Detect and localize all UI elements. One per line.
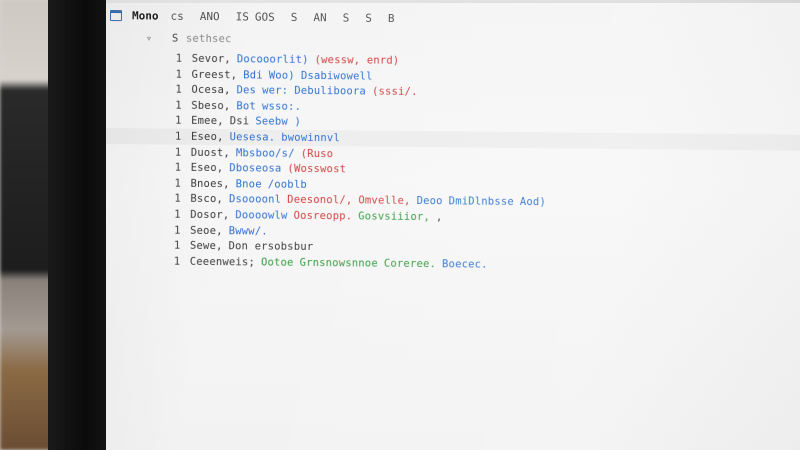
toolbar-item[interactable]: B — [388, 11, 395, 24]
code-token: Bdi — [243, 68, 263, 82]
code-token: Bsco, — [190, 193, 224, 206]
line-gutter: 1 — [174, 161, 182, 174]
line-gutter: 1 — [174, 193, 181, 206]
code-token: Greest, — [191, 68, 238, 81]
code-token: Don ersobsbur — [228, 240, 314, 254]
line-gutter: 1 — [174, 208, 181, 221]
line-gutter: 1 — [175, 68, 183, 81]
code-text: Eseo, Uesesa. bwowinnvl — [191, 131, 340, 144]
code-token: Ootoe — [260, 256, 294, 269]
document-icon[interactable] — [109, 9, 123, 21]
code-token: Deoo — [416, 195, 443, 208]
line-gutter: 1 — [174, 146, 182, 159]
code-text: Dosor, Doooowlw Oosreopp. Gosvsiiior,, — [190, 209, 442, 223]
fold-chevron-icon[interactable]: ▿ — [146, 33, 152, 44]
code-token: Eseo, — [190, 130, 224, 144]
code-text: Bsco, Dsoooonl Deesonol/, Omvelle, Deoo DmiDl… — [190, 193, 546, 208]
code-token: Sevor, — [191, 52, 231, 66]
code-token: Boecec. — [441, 258, 488, 271]
code-token: Oosreopp. — [293, 209, 353, 223]
code-token: (wessw, enrd) — [314, 54, 400, 67]
code-token: bwowinnvl — [281, 131, 340, 145]
code-token: Uesesa. — [229, 131, 276, 144]
code-token: Mbsboo/s/ — [235, 146, 295, 160]
line-gutter: 1 — [173, 239, 181, 252]
code-text: Emee, Dsi Seebw ) — [191, 115, 301, 128]
code-text: Duost, Mbsboo/s/ (Ruso — [191, 146, 334, 159]
code-token: wsso:. — [261, 100, 302, 113]
editor-header-line: ▿ S sethsec — [106, 30, 800, 53]
code-text: Bnoes, Bnoe/ooblb — [190, 178, 306, 191]
code-token: Grnsnowsnnoe — [299, 256, 378, 270]
code-text: Ocesa, Des wer: Debuliboora (sssi/. — [191, 84, 417, 98]
code-token: Aod) — [519, 196, 547, 209]
editor-toolbar: Mono cs ANO IS GOS S AN S S B — [106, 4, 800, 33]
code-token: /ooblb — [267, 178, 307, 191]
code-text: Eseo, Dboseosa (Wosswost — [191, 162, 347, 175]
monitor-bezel — [48, 0, 110, 450]
code-token: Deesonol/, — [287, 194, 353, 207]
section-label: sethsec — [185, 32, 232, 46]
code-token: Dsabiwowell — [300, 69, 373, 83]
toolbar-item[interactable]: ANO — [200, 9, 220, 22]
code-token: Woo) — [268, 69, 295, 82]
code-token: (sssi/. — [371, 85, 418, 99]
code-token: , — [435, 211, 443, 224]
toolbar-item[interactable]: S — [343, 11, 350, 24]
code-token: Dsoooonl — [228, 193, 282, 207]
line-gutter: 1 — [174, 224, 181, 237]
line-gutter: 1 — [174, 177, 182, 190]
line-gutter: 1 — [175, 115, 182, 128]
code-token: DmiDlnbsse — [448, 195, 514, 209]
code-text: Seoe, Bwww/. — [190, 224, 268, 237]
code-token: Seebw ) — [255, 115, 302, 129]
code-text: Sewe, Don ersobsbur — [190, 240, 314, 253]
code-token: Sewe, — [189, 240, 223, 253]
screen-top-edge — [106, 0, 800, 3]
code-token: Bot — [236, 100, 257, 113]
toolbar-item[interactable]: GOS — [255, 10, 275, 23]
line-gutter: 1 — [175, 83, 183, 96]
toolbar-item[interactable]: S — [365, 11, 372, 24]
code-token: Coreree. — [383, 257, 437, 270]
monitor-screen: Mono cs ANO IS GOS S AN S S B ▿ S sethse… — [106, 0, 800, 450]
code-token: Emee, — [191, 115, 224, 128]
code-text: Greest, Bdi Woo) Dsabiwowell — [192, 68, 373, 82]
line-gutter: 1 — [175, 99, 182, 112]
code-token: Dboseosa — [229, 162, 282, 175]
code-token: Docooorlit) — [236, 53, 309, 66]
code-token: Dsi — [229, 115, 250, 128]
code-token: Dosor, — [190, 208, 230, 222]
code-token: Omvelle, — [358, 194, 411, 208]
code-token: wer: — [262, 84, 289, 97]
line-gutter: 1 — [175, 52, 183, 65]
code-token: Des — [236, 84, 257, 97]
app-title: Mono — [131, 8, 159, 23]
code-token: Gosvsiiior, — [358, 210, 431, 224]
code-token: (Ruso — [300, 147, 334, 160]
toolbar-item[interactable]: IS — [236, 10, 249, 23]
code-text: Sbeso, Bot wsso:. — [191, 100, 301, 113]
code-token: Bnoes, — [190, 177, 230, 190]
line-gutter: S — [171, 32, 179, 45]
toolbar-item[interactable]: AN — [313, 11, 326, 24]
code-token: Bwww/. — [228, 224, 268, 238]
code-token: Eseo, — [190, 162, 224, 175]
code-token: Seoe, — [190, 224, 223, 237]
line-gutter: 1 — [173, 255, 181, 268]
code-token: Sbeso, — [191, 99, 231, 112]
code-token: Ceeenweis; — [189, 255, 256, 269]
code-token: Debuliboora — [294, 84, 367, 98]
line-gutter: 1 — [174, 130, 182, 143]
code-token: Duost, — [190, 146, 231, 159]
code-text: Sevor, Docooorlit) (wessw, enrd) — [192, 53, 400, 67]
code-token: Ocesa, — [191, 84, 231, 97]
toolbar-item[interactable]: cs — [170, 9, 183, 22]
code-token: (Wosswost — [287, 162, 347, 176]
code-token: Bnoe — [235, 178, 262, 191]
toolbar-item[interactable]: S — [291, 10, 298, 23]
code-token: Doooowlw — [235, 209, 288, 222]
code-text: Ceeenweis; Ootoe Grnsnowsnnoe Coreree. Boece… — [190, 256, 488, 271]
